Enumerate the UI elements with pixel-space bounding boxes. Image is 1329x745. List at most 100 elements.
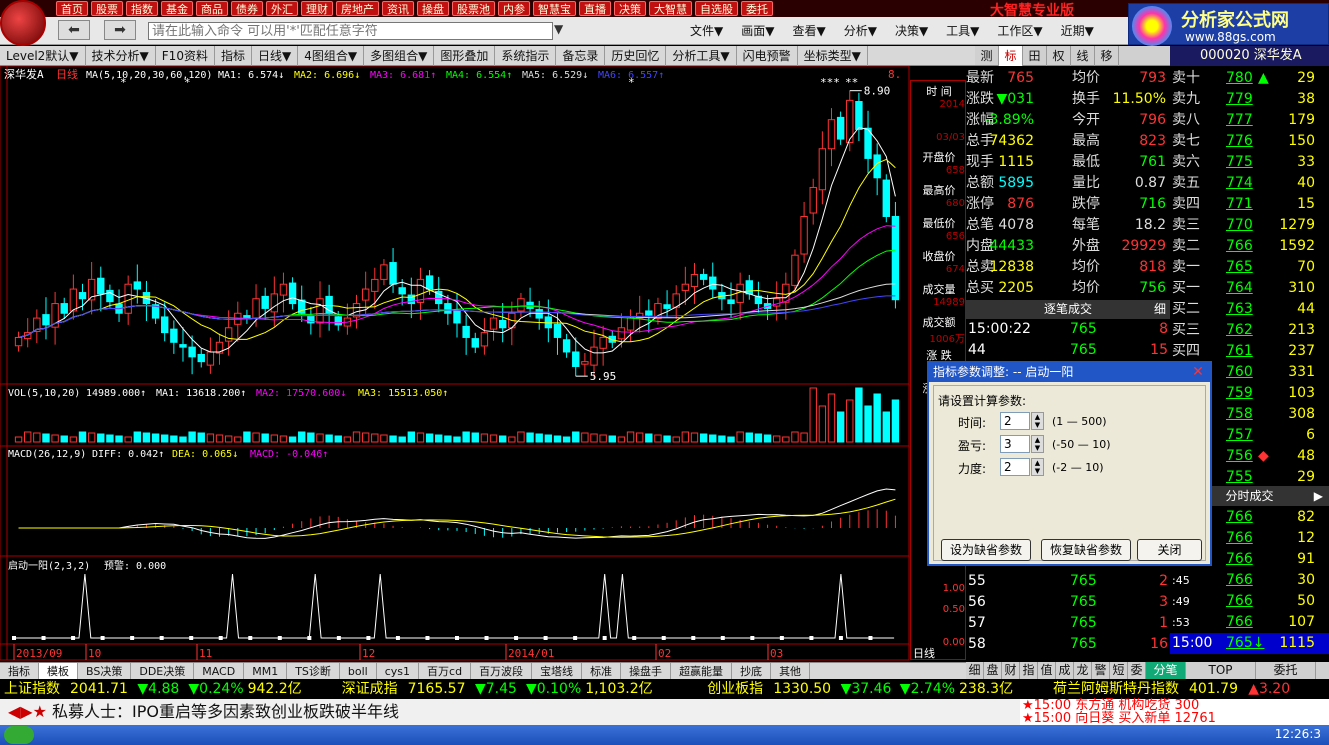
panel-tab[interactable]: 委托 [1256,662,1316,679]
book-price[interactable]: 779 [1226,89,1253,110]
indicator-tab[interactable]: 抄底 [732,662,772,680]
indicator-tab[interactable]: BS决策 [78,662,132,680]
param-spinner[interactable]: ▲ ▼ [1031,435,1044,453]
book-price[interactable]: 761 [1226,341,1253,362]
menu-item[interactable]: 分析▼ [844,22,877,39]
book-row[interactable]: 卖二 766 1592 [1170,236,1329,257]
right-tool-tab[interactable]: 权 [1047,45,1071,66]
analysis-tab[interactable]: 图形叠加 [434,45,496,66]
book-row[interactable]: 买一 764 310 [1170,278,1329,299]
panel-tab[interactable]: 分笔 [1146,662,1186,679]
indicator-tab[interactable]: MACD [194,662,245,680]
analysis-tab[interactable]: 日线▼ [252,45,299,66]
book-row[interactable]: 卖九 779 38 [1170,89,1329,110]
book-price[interactable]: 764 [1226,278,1253,299]
book-price[interactable]: 763 [1226,299,1253,320]
panel-tab[interactable]: 财 [1002,662,1020,679]
param-spinner[interactable]: ▲ ▼ [1031,412,1044,430]
forward-button[interactable]: ➡ [104,20,136,40]
panel-tab[interactable]: 委 [1128,662,1146,679]
top-nav-item[interactable]: 自选股 [695,1,738,16]
right-tool-tab[interactable]: 田 [1023,45,1047,66]
analysis-tab[interactable]: 多图组合▼ [364,45,435,66]
analysis-tab[interactable]: 闪电预警 [737,45,798,66]
close-button[interactable]: 关闭 [1137,539,1202,561]
analysis-tab[interactable]: 备忘录 [556,45,606,66]
panel-tab[interactable]: 细 [966,662,984,679]
panel-tab[interactable]: 盘 [984,662,1002,679]
panel-tab[interactable]: 指 [1020,662,1038,679]
book-price[interactable]: 766 [1226,236,1253,257]
analysis-tab[interactable]: 坐标类型▼ [798,45,868,66]
top-nav-item[interactable]: 大智慧 [649,1,692,16]
top-nav-item[interactable]: 委托 [741,1,773,16]
book-row[interactable]: 卖四 771 15 [1170,194,1329,215]
indicator-tab[interactable]: TS诊断 [287,662,340,680]
menu-item[interactable]: 查看▼ [792,22,825,39]
right-tool-tab[interactable]: 测 [975,45,999,66]
analysis-tab[interactable]: F10资料 [156,45,215,66]
param-input[interactable]: 3 [1000,435,1030,453]
analysis-tab[interactable]: 历史回忆 [605,45,667,66]
panel-tab[interactable]: 龙 [1074,662,1092,679]
command-input[interactable] [148,22,553,40]
analysis-tab[interactable]: 系统指示 [495,45,557,66]
indicator-tab[interactable]: 操盘手 [621,662,672,680]
command-dropdown-icon[interactable]: ▼ [554,22,563,36]
indicator-tab[interactable]: 指标 [0,662,39,680]
tick-header[interactable]: 逐笔成交 细 [966,300,1170,319]
top-nav-item[interactable]: 基金 [161,1,193,16]
menu-item[interactable]: 工作区▼ [997,22,1042,39]
news-bar[interactable]: ◀▶★ 私募人士：IPO重启等多因素致创业板跌破半年线 [0,699,1020,725]
book-price[interactable]: 755 [1226,467,1253,488]
dialog-close-icon[interactable]: ✕ [1190,365,1206,380]
book-price[interactable]: 757 [1226,425,1253,446]
top-nav-item[interactable]: 商品 [196,1,228,16]
indicator-tab[interactable]: boll [340,662,377,680]
restore-default-button[interactable]: 恢复缺省参数 [1041,539,1131,561]
tick-detail-button[interactable]: 细 [1154,300,1166,319]
indicator-tab[interactable]: DDE决策 [131,662,195,680]
book-row[interactable]: 买四 761 237 [1170,341,1329,362]
indicator-tab[interactable]: 宝塔线 [532,662,583,680]
book-price[interactable]: 777 [1226,110,1253,131]
indicator-tab[interactable]: 百万cd [419,662,472,680]
analysis-tab[interactable]: 指标 [215,45,252,66]
param-input[interactable]: 2 [1000,458,1030,476]
top-nav-item[interactable]: 理财 [301,1,333,16]
analysis-tab[interactable]: 4图组合▼ [298,45,365,66]
indicator-tab[interactable]: 超赢能量 [671,662,733,680]
top-nav-item[interactable]: 股票 [91,1,123,16]
menu-item[interactable]: 决策▼ [895,22,928,39]
analysis-tab[interactable]: Level2默认▼ [0,45,86,66]
panel-tab[interactable]: TOP [1186,662,1256,679]
top-nav-item[interactable]: 资讯 [382,1,414,16]
top-nav-item[interactable]: 外汇 [266,1,298,16]
book-row[interactable]: 卖一 765 70 [1170,257,1329,278]
menu-item[interactable]: 文件▼ [690,22,723,39]
top-nav-item[interactable]: 指数 [126,1,158,16]
book-row[interactable]: 买三 762 213 [1170,320,1329,341]
book-price[interactable]: 776 [1226,131,1253,152]
start-button[interactable] [4,726,34,744]
book-price[interactable]: 770 [1226,215,1253,236]
play-icon[interactable]: ▶ [1314,486,1323,506]
book-price[interactable]: 771 [1226,194,1253,215]
top-nav-item[interactable]: 直播 [579,1,611,16]
app-logo[interactable] [0,0,46,46]
param-spinner[interactable]: ▲ ▼ [1031,458,1044,476]
panel-tab[interactable]: 警 [1092,662,1110,679]
top-nav-item[interactable]: 房地产 [336,1,379,16]
book-row[interactable]: 卖八 777 179 [1170,110,1329,131]
book-price[interactable]: 762 [1226,320,1253,341]
top-nav-item[interactable]: 智慧宝 [533,1,576,16]
book-row[interactable]: 卖十 780 29 ▲ [1170,68,1329,89]
book-price[interactable]: 780 [1226,68,1253,89]
top-nav-item[interactable]: 操盘 [417,1,449,16]
news-headline[interactable]: 私募人士：IPO重启等多因素致创业板跌破半年线 [52,702,399,721]
top-nav-item[interactable]: 股票池 [452,1,495,16]
kline-chart[interactable]: 深华发A 日线 MA(5,10,20,30,60,120) MA1: 6.574↓ MA… [0,65,910,661]
indicator-tab[interactable]: cys1 [377,662,420,680]
panel-tab[interactable]: 值 [1038,662,1056,679]
book-row[interactable]: 卖五 774 40 [1170,173,1329,194]
